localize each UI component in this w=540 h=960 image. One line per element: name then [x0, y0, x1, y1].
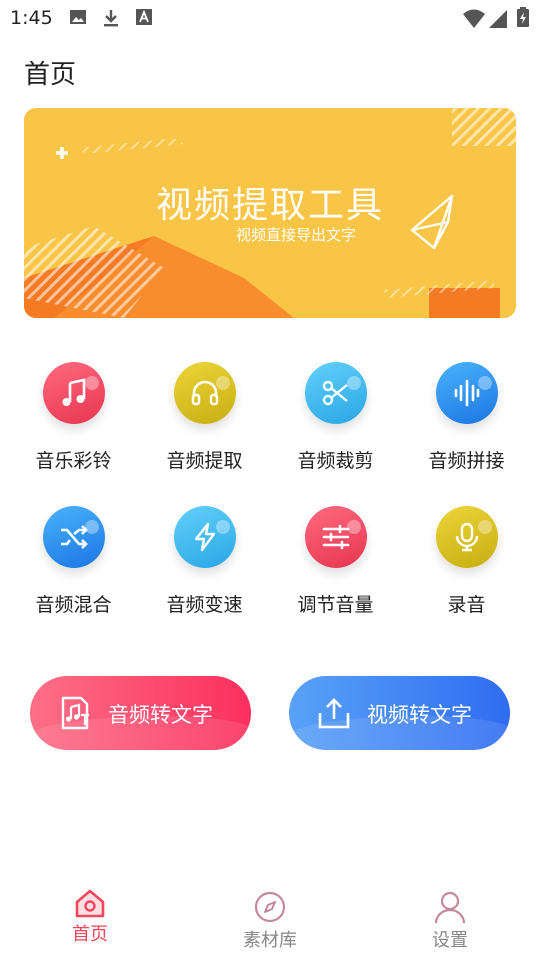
- video-to-text-button[interactable]: 视频转文字: [289, 676, 510, 750]
- banner-title: 视频提取工具: [155, 185, 384, 226]
- banner-subtitle: 视频直接导出文字: [236, 226, 357, 244]
- home-icon: [75, 889, 105, 918]
- feature-audio-join[interactable]: 音频拼接: [401, 362, 532, 473]
- nav-label-materials: 素材库: [243, 930, 297, 951]
- status-time: 1:45: [10, 7, 53, 29]
- microphone-icon: [435, 506, 498, 568]
- waveform-icon: [435, 362, 498, 424]
- feature-adjust-volume[interactable]: 调节音量: [270, 506, 401, 617]
- audio-file-icon: [61, 696, 89, 730]
- scissors-icon: [304, 362, 367, 424]
- shuffle-icon: [42, 506, 105, 568]
- audio-to-text-button[interactable]: 音频转文字: [30, 676, 251, 750]
- feature-audio-speed[interactable]: 音频变速: [139, 506, 270, 617]
- page-title: 首页: [24, 60, 77, 90]
- status-bar: 1:45: [0, 0, 540, 36]
- feature-label: 调节音量: [297, 594, 374, 616]
- feature-music-ringtone[interactable]: 音乐彩铃: [8, 362, 139, 473]
- image-icon: [70, 10, 86, 24]
- feature-label: 音频提取: [166, 450, 243, 472]
- nav-label-home: 首页: [72, 924, 108, 945]
- nav-label-settings: 设置: [432, 930, 468, 951]
- font-icon: [136, 9, 152, 25]
- feature-audio-mix[interactable]: 音频混合: [8, 506, 139, 617]
- bottom-nav: 首页 素材库 设置: [0, 876, 540, 960]
- download-icon: [104, 10, 118, 27]
- music-note-icon: [42, 362, 105, 424]
- feature-label: 音频裁剪: [297, 450, 374, 472]
- nav-item-home[interactable]: 首页: [30, 876, 150, 946]
- feature-label: 音频混合: [35, 594, 112, 616]
- feature-record[interactable]: 录音: [401, 506, 532, 617]
- nav-item-materials[interactable]: 素材库: [210, 876, 330, 952]
- signal-icon: [489, 10, 507, 28]
- sliders-icon: [304, 506, 367, 568]
- feature-label: 音频变速: [166, 594, 243, 616]
- promo-banner[interactable]: 视频提取工具 视频直接导出文字: [24, 108, 516, 318]
- audio-to-text-label: 音频转文字: [108, 703, 213, 727]
- feature-label: 音乐彩铃: [35, 450, 112, 472]
- compass-icon: [254, 891, 286, 923]
- battery-icon: [517, 7, 529, 27]
- wifi-icon: [463, 9, 485, 28]
- video-to-text-label: 视频转文字: [367, 703, 472, 727]
- feature-label: 录音: [447, 594, 486, 616]
- headphones-icon: [173, 362, 236, 424]
- upload-icon: [318, 698, 350, 729]
- lightning-icon: [173, 506, 236, 568]
- feature-label: 音频拼接: [428, 450, 505, 472]
- user-icon: [434, 891, 466, 924]
- feature-audio-trim[interactable]: 音频裁剪: [270, 362, 401, 473]
- nav-item-settings[interactable]: 设置: [390, 876, 510, 952]
- feature-audio-extract[interactable]: 音频提取: [139, 362, 270, 473]
